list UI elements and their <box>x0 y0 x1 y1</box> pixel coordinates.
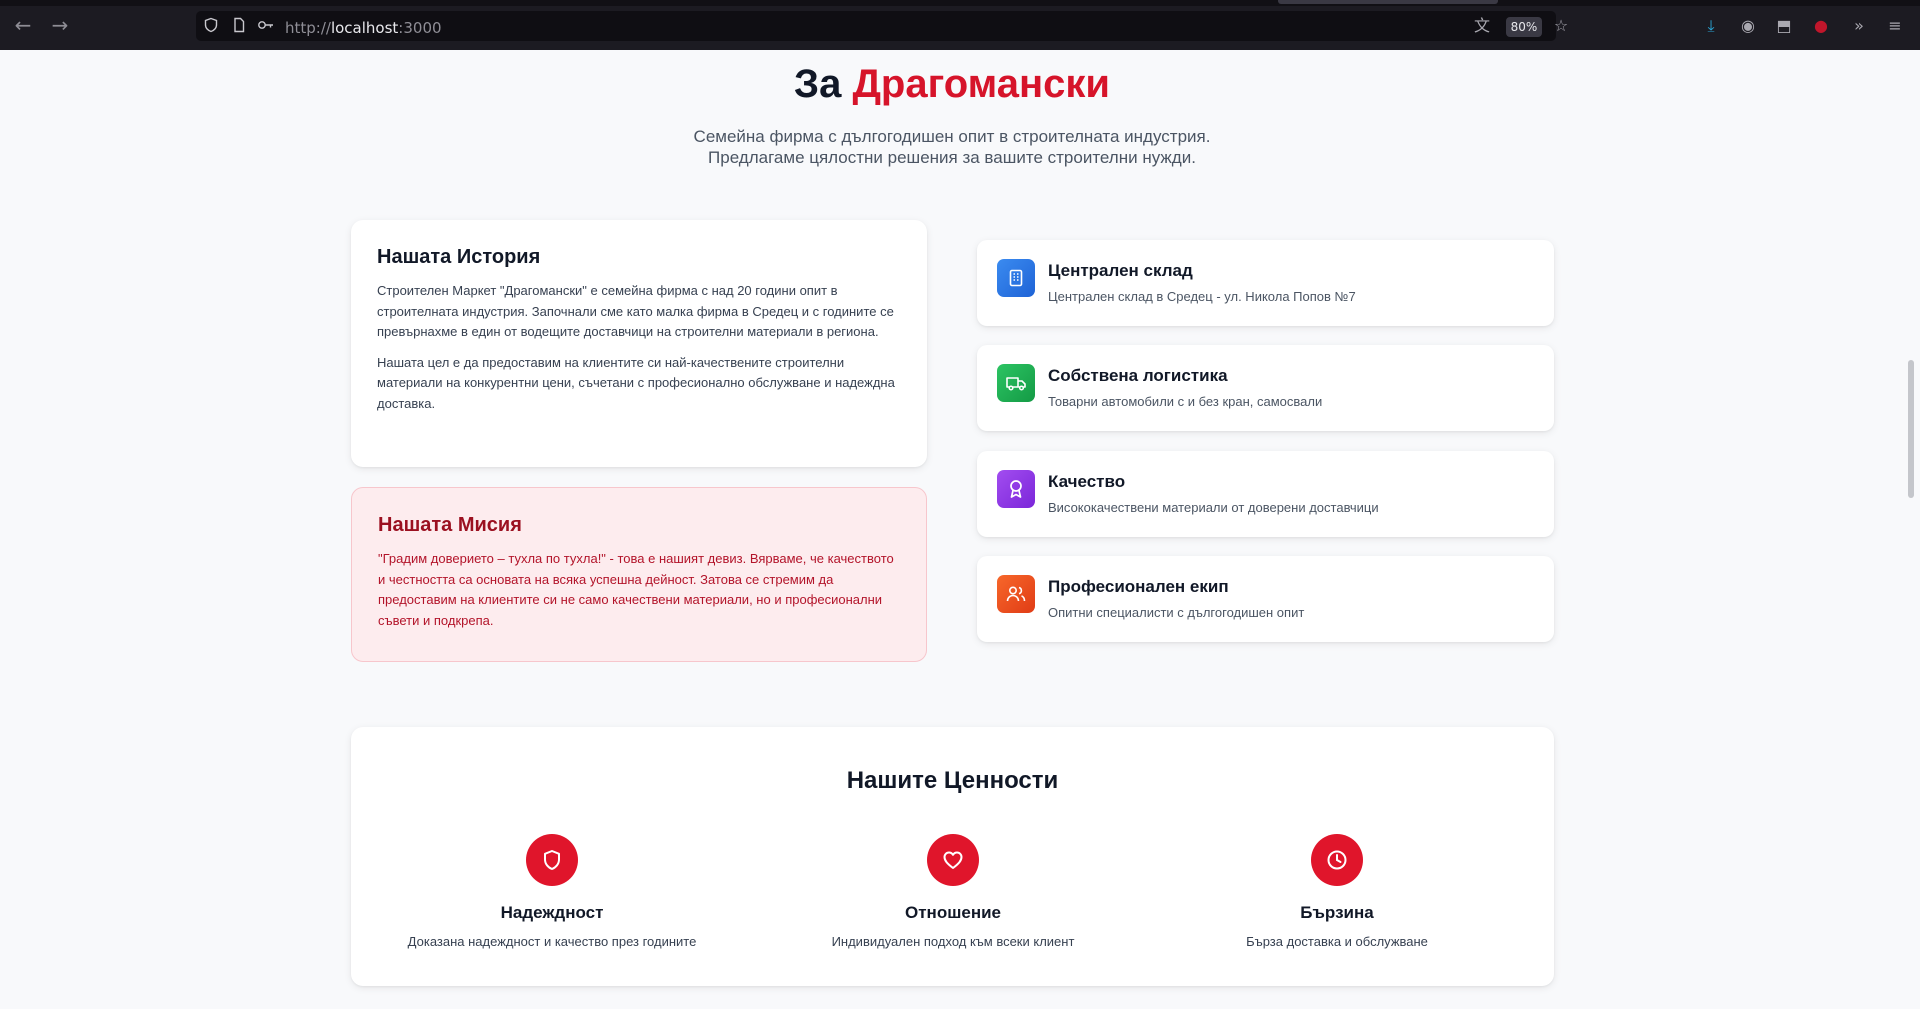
feature-title: Централен склад <box>1048 261 1193 280</box>
subtitle-line-1: Семейна фирма с дългогодишен опит в стро… <box>693 127 1211 146</box>
feature-desc: Централен склад в Средец - ул. Никола По… <box>1048 289 1356 304</box>
history-paragraph-1: Строителен Маркет "Драгомански" е семейн… <box>377 283 894 339</box>
page-content: За Драгомански Семейна фирма с дългогоди… <box>0 50 1920 1009</box>
browser-toolbar: ← → http://localhost:3000 文 80% ☆ ⤓ ◉ ⬒ … <box>0 0 1920 50</box>
building-icon <box>997 259 1035 297</box>
back-arrow-icon[interactable]: ← <box>11 13 35 37</box>
mission-title: Нашата Мисия <box>378 514 522 536</box>
feature-desc: Товарни автомобили с и без кран, самосва… <box>1048 394 1323 409</box>
award-icon <box>997 470 1035 508</box>
title-accent: Драгомански <box>852 62 1110 106</box>
value-desc: Индивидуален подход към всеки клиент <box>831 934 1075 949</box>
title-prefix: За <box>794 62 853 106</box>
menu-icon[interactable]: ≡ <box>1885 16 1905 36</box>
key-icon[interactable] <box>257 17 275 35</box>
value-title: Надеждност <box>500 903 604 922</box>
subtitle-line-2: Предлагаме цялостни решения за вашите ст… <box>708 148 1196 167</box>
value-item-attitude: Отношение Индивидуален подход към всеки … <box>783 834 1123 949</box>
star-icon[interactable]: ☆ <box>1551 16 1571 36</box>
feature-title: Качество <box>1048 472 1126 491</box>
clock-icon <box>1311 834 1363 886</box>
history-card: Нашата История Строителен Маркет "Драгом… <box>351 220 927 467</box>
page-subtitle: Семейна фирма с дългогодишен опит в стро… <box>0 126 1904 168</box>
feature-card-logistics: Собствена логистика Товарни автомобили с… <box>977 345 1554 431</box>
forward-arrow-icon[interactable]: → <box>48 13 72 37</box>
value-desc: Доказана надеждност и качество през годи… <box>407 934 697 949</box>
users-icon <box>997 575 1035 613</box>
value-item-reliability: Надеждност Доказана надеждност и качеств… <box>382 834 722 949</box>
values-section: Нашите Ценности Надеждност Доказана наде… <box>351 727 1554 986</box>
truck-icon <box>997 364 1035 402</box>
page-icon <box>230 17 248 35</box>
feature-title: Професионален екип <box>1048 577 1229 596</box>
value-title: Бързина <box>1300 903 1374 922</box>
value-item-speed: Бързина Бърза доставка и обслужване <box>1167 834 1507 949</box>
feature-desc: Опитни специалисти с дългогодишен опит <box>1048 605 1305 620</box>
tab-strip <box>0 0 1920 6</box>
translate-icon[interactable]: 文 <box>1472 16 1492 36</box>
profile-icon[interactable]: ◉ <box>1738 16 1758 36</box>
feature-card-team: Професионален екип Опитни специалисти с … <box>977 556 1554 642</box>
values-title: Нашите Ценности <box>846 767 1059 794</box>
extensions-icon[interactable]: ⬒ <box>1774 16 1794 36</box>
history-title: Нашата История <box>377 246 541 268</box>
overflow-icon[interactable]: » <box>1849 16 1869 36</box>
shield-icon[interactable] <box>202 17 220 35</box>
feature-title: Собствена логистика <box>1048 366 1228 385</box>
feature-card-quality: Качество Висококачествени материали от д… <box>977 451 1554 537</box>
page-title: За Драгомански <box>0 62 1904 107</box>
mission-text: "Градим доверието – тухла по тухла!" - т… <box>378 551 894 628</box>
url-text[interactable]: http://localhost:3000 <box>285 19 442 37</box>
shield-icon <box>526 834 578 886</box>
active-tab-indicator <box>1278 0 1498 4</box>
download-icon[interactable]: ⤓ <box>1701 16 1721 36</box>
page-scrollbar[interactable] <box>1908 360 1914 498</box>
value-title: Отношение <box>905 903 1001 922</box>
feature-desc: Висококачествени материали от доверени д… <box>1048 500 1379 515</box>
addon-icon[interactable]: ● <box>1811 16 1831 36</box>
mission-card: Нашата Мисия "Градим доверието – тухла п… <box>351 487 927 662</box>
history-paragraph-2: Нашата цел е да предоставим на клиентите… <box>377 354 895 411</box>
feature-card-warehouse: Централен склад Централен склад в Средец… <box>977 240 1554 326</box>
zoom-level[interactable]: 80% <box>1506 17 1542 37</box>
value-desc: Бърза доставка и обслужване <box>1246 934 1428 949</box>
heart-icon <box>927 834 979 886</box>
